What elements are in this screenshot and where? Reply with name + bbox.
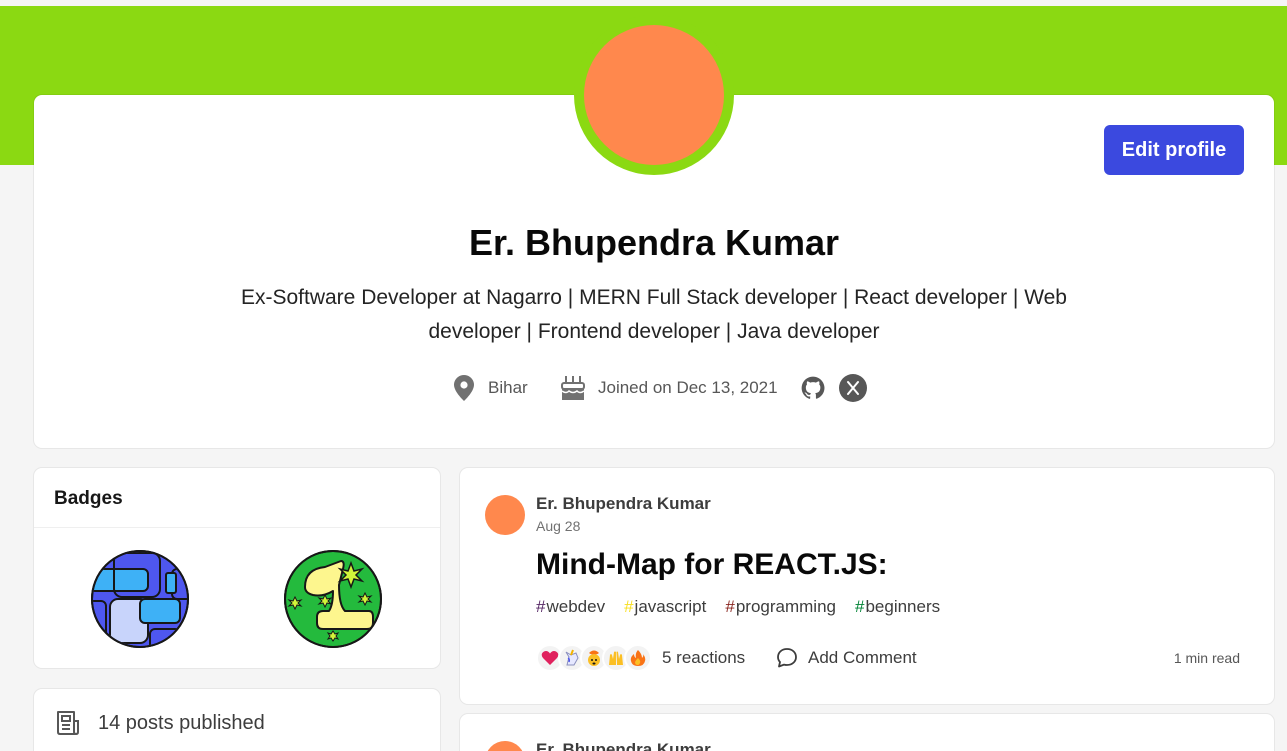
post-tags: #webdev #javascript #programming #beginn… bbox=[536, 597, 959, 617]
posts-published-stat: 14 posts published bbox=[54, 709, 265, 737]
cake-icon bbox=[561, 376, 585, 400]
x-icon[interactable] bbox=[839, 374, 867, 402]
github-link[interactable] bbox=[800, 372, 838, 404]
comment-icon bbox=[777, 648, 797, 668]
post-date[interactable]: Aug 28 bbox=[536, 518, 580, 534]
post-author-avatar[interactable] bbox=[485, 495, 525, 535]
post-card[interactable]: Er. Bhupendra Kumar Aug 28 Mind-Map for … bbox=[460, 468, 1274, 704]
posts-published-text: 14 posts published bbox=[98, 711, 265, 734]
github-icon[interactable] bbox=[800, 375, 826, 401]
reactions-button[interactable]: 5 reactions bbox=[536, 641, 745, 675]
tag-label: programming bbox=[735, 597, 836, 616]
profile-name: Er. Bhupendra Kumar bbox=[468, 222, 840, 263]
badges-card: Badges bbox=[34, 468, 440, 668]
joined-text: Joined on Dec 13, 2021 bbox=[598, 378, 778, 397]
reactions-count[interactable]: 5 reactions bbox=[662, 648, 745, 668]
x-link[interactable] bbox=[839, 372, 879, 404]
tag-beginners[interactable]: #beginners bbox=[855, 597, 940, 617]
location-pin-icon bbox=[454, 375, 474, 401]
post-footer: 5 reactions Add Comment 1 min read bbox=[536, 641, 1240, 675]
tag-hash: # bbox=[624, 597, 634, 616]
edit-profile-button[interactable]: Edit profile bbox=[1104, 125, 1244, 175]
bio-line-1: Ex-Software Developer at Nagarro | MERN … bbox=[240, 286, 1067, 309]
profile-meta: Bihar Joined on Dec 13, 2021 bbox=[0, 372, 1287, 404]
fire-icon bbox=[624, 644, 652, 672]
add-comment-button[interactable]: Add Comment bbox=[776, 641, 917, 675]
tag-webdev[interactable]: #webdev bbox=[536, 597, 605, 617]
writing-streak-badge-icon[interactable] bbox=[90, 549, 190, 649]
post-author-name[interactable]: Er. Bhupendra Kumar bbox=[536, 740, 711, 751]
badges-title: Badges bbox=[54, 488, 123, 509]
tag-hash: # bbox=[725, 597, 735, 616]
tag-programming[interactable]: #programming bbox=[725, 597, 836, 617]
tag-javascript[interactable]: #javascript bbox=[624, 597, 706, 617]
profile-bio: Ex-Software Developer at Nagarro | MERN … bbox=[200, 281, 1108, 349]
tag-hash: # bbox=[854, 597, 865, 616]
one-year-club-badge-icon[interactable] bbox=[283, 549, 383, 649]
post-card[interactable]: Er. Bhupendra Kumar bbox=[460, 714, 1274, 751]
profile-avatar[interactable] bbox=[584, 25, 724, 165]
badges-divider bbox=[34, 527, 440, 528]
tag-label: javascript bbox=[634, 597, 707, 616]
joined-item: Joined on Dec 13, 2021 bbox=[560, 372, 778, 404]
bio-line-2: developer | Frontend developer | Java de… bbox=[428, 320, 880, 343]
location-item: Bihar bbox=[452, 372, 528, 404]
tag-label: beginners bbox=[865, 597, 941, 616]
post-icon bbox=[57, 711, 79, 735]
stats-card: 14 posts published bbox=[34, 689, 440, 751]
post-title[interactable]: Mind-Map for REACT.JS: bbox=[536, 548, 888, 582]
post-author-name[interactable]: Er. Bhupendra Kumar bbox=[536, 494, 711, 514]
tag-label: webdev bbox=[546, 597, 606, 616]
location-text: Bihar bbox=[488, 378, 528, 397]
add-comment-label: Add Comment bbox=[808, 648, 917, 667]
tag-hash: # bbox=[536, 597, 546, 616]
read-time: 1 min read bbox=[1173, 650, 1240, 666]
post-author-avatar[interactable] bbox=[485, 741, 525, 751]
